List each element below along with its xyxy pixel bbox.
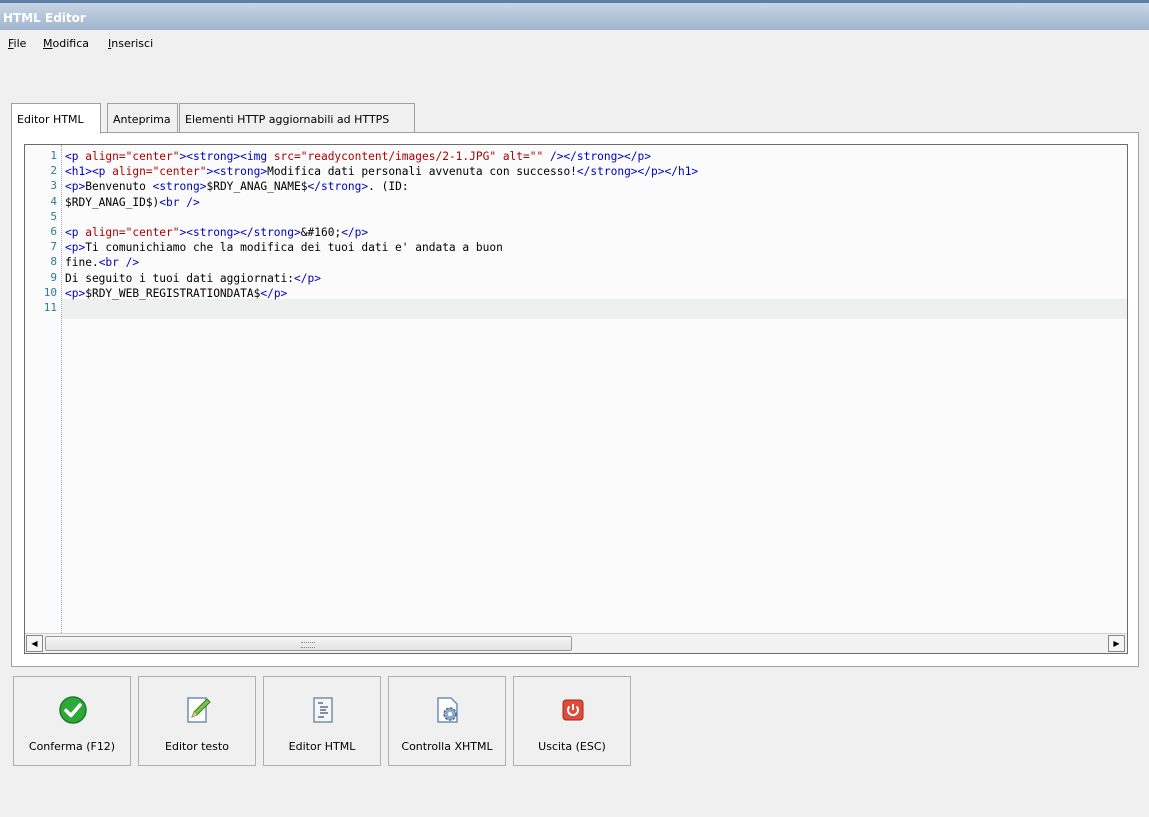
editor-testo-label: Editor testo [165, 740, 229, 753]
code-token: align="center" [112, 165, 207, 179]
grip-icon [301, 642, 315, 648]
line-number: 10 [43, 285, 57, 299]
scroll-left-button[interactable]: ◀ [26, 635, 43, 652]
code-token: <p> [65, 180, 86, 194]
uscita-button[interactable]: Uscita (ESC) [513, 676, 631, 766]
code-token: <br /> [98, 256, 140, 270]
edit-document-icon [187, 697, 211, 723]
tab-elementi-http-label: Elementi HTTP aggiornabili ad HTTPS [185, 113, 390, 126]
line-number: 8 [50, 255, 57, 269]
code-line[interactable]: <p>$RDY_WEB_REGISTRATIONDATA$</p> [65, 286, 287, 301]
code-line[interactable]: <p align="center"><strong><img src="read… [65, 149, 651, 164]
scroll-thumb[interactable] [45, 636, 572, 651]
line-number-gutter: 1 2 3 4 5 6 7 8 9 10 11 [25, 145, 62, 633]
code-line[interactable]: Di seguito i tuoi dati aggiornati:</p> [65, 271, 321, 286]
arrow-left-icon: ◀ [31, 639, 38, 648]
code-token: <p [65, 150, 86, 163]
code-token: </p> [260, 286, 288, 300]
code-token: </p> [294, 271, 321, 285]
code-token: <br /> [159, 195, 200, 209]
code-token: ><strong></strong> [179, 226, 301, 239]
menu-bar: File Modifica Inserisci [0, 35, 1149, 55]
conferma-button[interactable]: Conferma (F12) [13, 676, 131, 766]
code-token: $RDY_ANAG_ID$) [65, 195, 160, 209]
code-token: <h1><p [65, 165, 113, 179]
line-number: 9 [50, 270, 57, 284]
code-token: </strong></p></h1> [576, 165, 699, 179]
line-number: 2 [50, 164, 57, 178]
check-icon [59, 696, 87, 724]
menu-file[interactable]: File [8, 37, 26, 50]
line-number: 3 [50, 179, 57, 193]
code-token: <p> [65, 241, 86, 255]
line-number: 6 [50, 225, 57, 238]
conferma-label: Conferma (F12) [28, 740, 116, 753]
title-bar: HTML Editor [0, 0, 1149, 30]
controlla-xhtml-button[interactable]: Controlla XHTML [388, 676, 506, 766]
code-token: align="center" [85, 226, 180, 239]
scroll-right-button[interactable]: ▶ [1108, 635, 1125, 652]
code-line[interactable]: <p align="center"><strong></strong>&#160… [65, 225, 368, 240]
code-token: Benvenuto [85, 180, 153, 194]
line-number: 5 [50, 209, 57, 223]
menu-modifica-label: odifica [52, 37, 90, 50]
tab-anteprima-label: Anteprima [113, 113, 171, 126]
current-line-highlight [62, 299, 1127, 319]
code-line[interactable]: <h1><p align="center"><strong>Modifica d… [65, 164, 698, 179]
code-token: ><strong> [206, 165, 268, 179]
uscita-label: Uscita (ESC) [538, 740, 606, 753]
tab-elementi-http[interactable]: Elementi HTTP aggiornabili ad HTTPS [179, 103, 415, 133]
code-editor[interactable]: 1 2 3 4 5 6 7 8 9 10 11 <p align="center"><strong>… [24, 144, 1128, 654]
line-number: 7 [50, 240, 57, 254]
tab-editor-html[interactable]: Editor HTML [11, 103, 101, 134]
code-token: Modifica dati personali avvenuta con suc… [267, 165, 577, 179]
menu-inserisci-label: nserisci [111, 37, 154, 50]
arrow-right-icon: ▶ [1113, 639, 1120, 648]
code-token: . (ID: [368, 180, 409, 194]
editor-html-button[interactable]: Editor HTML [263, 676, 381, 766]
line-number: 11 [43, 301, 57, 314]
code-token: <p [65, 226, 86, 239]
menu-modifica[interactable]: Modifica [43, 37, 89, 50]
tab-panel: 1 2 3 4 5 6 7 8 9 10 11 <p align="center"><strong>… [11, 132, 1139, 667]
controlla-xhtml-label: Controlla XHTML [401, 740, 493, 753]
editor-html-label: Editor HTML [288, 740, 356, 753]
code-token: &#160; [300, 226, 342, 239]
menu-inserisci[interactable]: Inserisci [108, 37, 153, 50]
tab-anteprima[interactable]: Anteprima [107, 103, 178, 133]
gear-document-icon [437, 697, 458, 723]
horizontal-scrollbar[interactable]: ◀ ▶ [25, 633, 1127, 653]
code-token: $RDY_ANAG_NAME$ [206, 180, 308, 194]
code-token: Di seguito i tuoi dati aggiornati: [65, 271, 295, 285]
code-token: ><strong><img [179, 150, 274, 163]
tab-editor-html-label: Editor HTML [17, 113, 84, 126]
menu-file-label: ile [13, 37, 27, 50]
menu-modifica-accel: M [43, 37, 53, 50]
code-line[interactable]: <p>Benvenuto <strong>$RDY_ANAG_NAME$</st… [65, 179, 409, 194]
code-token: src="readycontent/images/2-1.JPG" alt="" [273, 150, 544, 163]
code-line[interactable]: <p>Ti comunichiamo che la modifica dei t… [65, 240, 503, 255]
code-token: /></strong></p> [543, 150, 652, 163]
code-token: Ti comunichiamo che la modifica dei tuoi… [85, 241, 503, 255]
html-list-icon [313, 697, 333, 723]
code-token: <strong> [152, 180, 207, 194]
editor-testo-button[interactable]: Editor testo [138, 676, 256, 766]
code-token: </strong> [307, 180, 369, 194]
code-token: <p> [65, 286, 86, 300]
power-icon [562, 699, 584, 721]
code-token: fine. [65, 256, 99, 270]
code-token: </p> [341, 226, 369, 239]
code-token: $RDY_WEB_REGISTRATIONDATA$ [85, 286, 261, 300]
code-token: align="center" [85, 150, 180, 163]
code-line[interactable]: $RDY_ANAG_ID$)<br /> [65, 195, 200, 210]
line-number: 4 [50, 194, 57, 208]
line-number: 1 [50, 149, 57, 162]
window-title: HTML Editor [3, 11, 86, 25]
code-line[interactable]: fine.<br /> [65, 255, 139, 270]
